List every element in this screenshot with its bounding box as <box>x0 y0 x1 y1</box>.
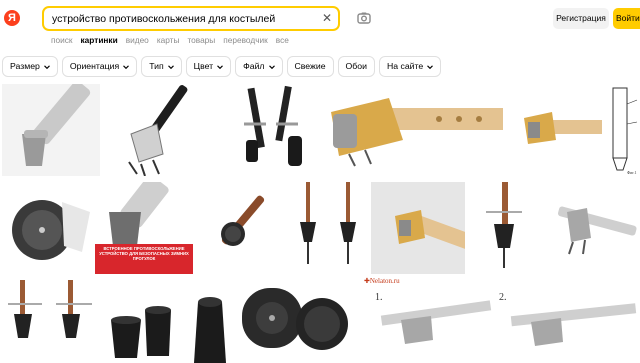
tab-images[interactable]: картинки <box>81 35 118 49</box>
search-box: ✕ <box>42 6 340 31</box>
tab-search[interactable]: поиск <box>51 35 73 49</box>
diagram-label-1: 1. <box>375 292 383 303</box>
chevron-down-icon <box>427 64 434 69</box>
filter-label: Обои <box>345 61 367 71</box>
filter-on-site[interactable]: На сайте <box>378 56 442 77</box>
chevron-down-icon <box>43 64 50 69</box>
chevron-down-icon <box>217 64 224 69</box>
filter-file[interactable]: Файл <box>235 56 283 77</box>
image-results-grid: Фиг.1 ВСТРОЕННОЕ ПРОТИВОСКОЛЬЖЕНИЕ УСТРО… <box>0 84 640 363</box>
image-result[interactable] <box>101 84 217 176</box>
tab-products[interactable]: товары <box>187 35 215 49</box>
image-result[interactable] <box>218 84 318 176</box>
filter-type[interactable]: Тип <box>141 56 182 77</box>
image-result[interactable]: Фиг.1 <box>603 84 640 176</box>
search-tabs: поиск картинки видео карты товары перево… <box>51 35 297 49</box>
image-result[interactable] <box>504 84 602 176</box>
image-result[interactable] <box>547 182 640 274</box>
filter-wallpapers[interactable]: Обои <box>337 56 375 77</box>
filter-label: Ориентация <box>69 61 120 71</box>
filter-label: Размер <box>10 61 40 71</box>
header: Я ✕ Регистрация Войти поиск картинки вид… <box>0 0 640 52</box>
filter-fresh[interactable]: Свежие <box>286 56 334 77</box>
image-result[interactable] <box>466 182 546 274</box>
diagram-label-2: 2. <box>499 292 507 303</box>
filter-label: Файл <box>243 61 265 71</box>
register-button[interactable]: Регистрация <box>553 8 609 29</box>
image-result[interactable] <box>182 280 360 363</box>
filter-label: Цвет <box>193 61 214 71</box>
promo-banner: ВСТРОЕННОЕ ПРОТИВОСКОЛЬЖЕНИЕ УСТРОЙСТВО … <box>99 246 189 261</box>
filter-label: Тип <box>149 61 164 71</box>
tab-video[interactable]: видео <box>126 35 149 49</box>
chevron-down-icon <box>268 64 275 69</box>
image-result[interactable] <box>2 280 98 363</box>
image-result[interactable] <box>195 182 287 274</box>
camera-search-icon[interactable] <box>356 10 372 26</box>
image-result[interactable] <box>101 280 181 363</box>
image-result[interactable] <box>371 182 465 274</box>
filter-orientation[interactable]: Ориентация <box>61 56 138 77</box>
chevron-down-icon <box>123 64 130 69</box>
chevron-down-icon <box>167 64 174 69</box>
watermark-text: ✚Nelaton.ru <box>364 277 400 285</box>
clear-search-icon[interactable]: ✕ <box>320 11 334 25</box>
filter-size[interactable]: Размер <box>2 56 58 77</box>
tab-all[interactable]: все <box>276 35 289 49</box>
filter-bar: Размер Ориентация Тип Цвет Файл Свежие О… <box>0 56 445 78</box>
filter-label: На сайте <box>386 61 424 71</box>
login-button[interactable]: Войти <box>613 8 640 29</box>
figure-caption: Фиг.1 <box>627 170 637 175</box>
search-input[interactable] <box>52 10 320 27</box>
image-result[interactable] <box>2 182 94 274</box>
filter-color[interactable]: Цвет <box>185 56 232 77</box>
filter-label: Свежие <box>294 61 326 71</box>
tab-maps[interactable]: карты <box>157 35 180 49</box>
tab-translator[interactable]: переводчик <box>223 35 268 49</box>
image-result[interactable] <box>319 84 503 176</box>
yandex-logo[interactable]: Я <box>4 10 20 26</box>
image-result[interactable] <box>2 84 100 176</box>
image-result[interactable] <box>288 182 370 274</box>
image-result[interactable]: 1. 2. <box>361 280 640 363</box>
image-result[interactable]: ВСТРОЕННОЕ ПРОТИВОСКОЛЬЖЕНИЕ УСТРОЙСТВО … <box>95 182 193 274</box>
